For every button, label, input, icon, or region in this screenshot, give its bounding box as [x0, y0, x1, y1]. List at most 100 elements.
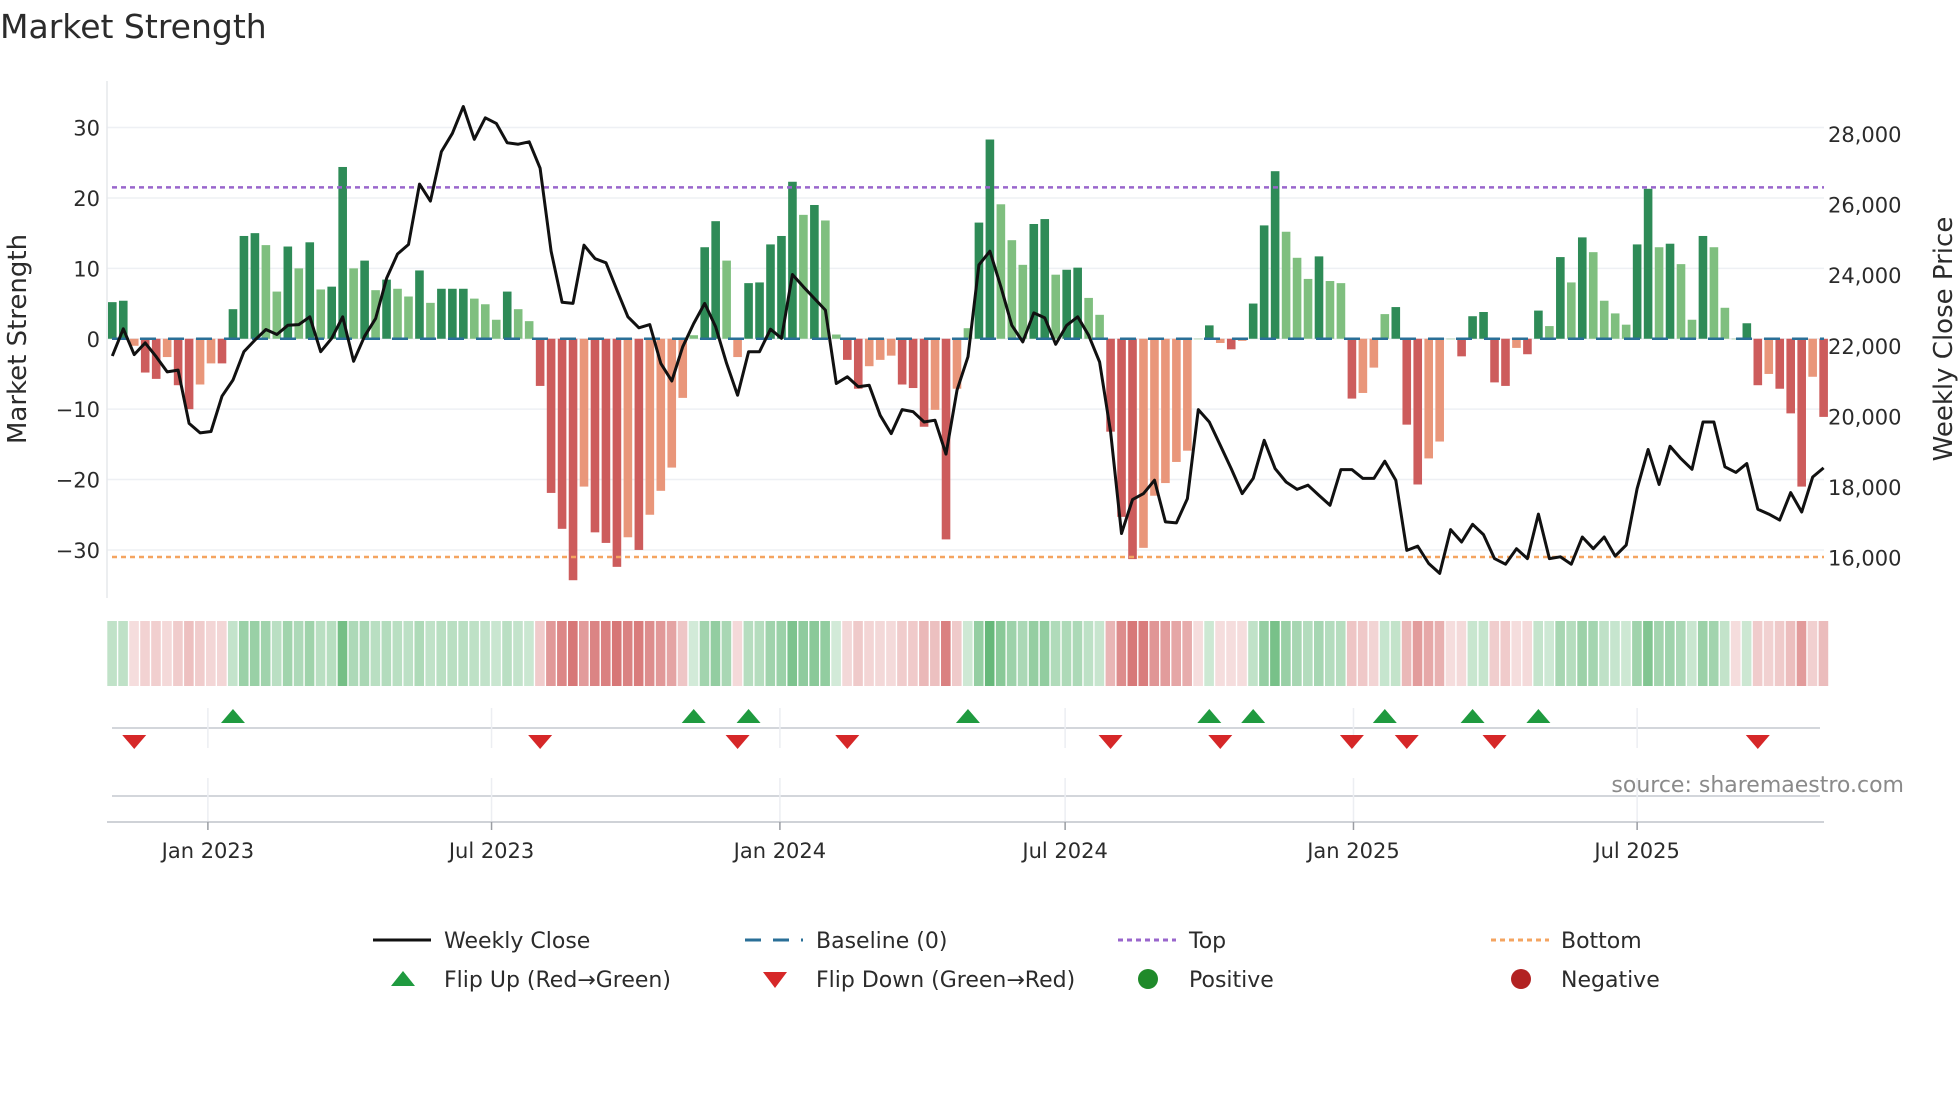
heat-cell [732, 621, 743, 686]
heat-cell [875, 621, 885, 686]
strength-bar [1764, 338, 1774, 374]
y-tick-label: 10 [73, 257, 100, 281]
strength-bar [415, 270, 424, 339]
heat-cell [951, 621, 962, 686]
heat-cell [546, 621, 556, 686]
x-tick-label: Jul 2023 [447, 839, 534, 863]
strength-bar [601, 338, 611, 543]
strength-bar [1117, 338, 1126, 517]
heat-cell [1006, 621, 1017, 686]
strength-bar [832, 334, 841, 339]
heat-cell [897, 621, 907, 686]
heat-cell [1752, 621, 1763, 686]
strength-bar [612, 338, 622, 567]
strength-bar [228, 309, 238, 339]
flip-up-marker [1241, 709, 1266, 723]
heat-cell [1303, 621, 1313, 686]
legend-item-flip-up[interactable]: Flip Up (Red→Green) [391, 968, 671, 993]
strength-bar [1281, 231, 1291, 339]
heat-cell [853, 621, 863, 686]
strength-bar [261, 245, 271, 339]
heat-cell [1621, 621, 1631, 686]
strength-bar [1292, 257, 1302, 339]
strength-bar [1128, 338, 1137, 560]
strength-bar [393, 288, 402, 339]
heat-cell [721, 621, 732, 686]
x-tick-label: Jan 2024 [732, 839, 827, 863]
heat-cell [1632, 621, 1642, 686]
y-tick-label: 30 [73, 117, 100, 141]
flip-down-marker [1098, 735, 1123, 749]
heat-cell [622, 621, 633, 686]
heat-cell [1774, 621, 1785, 686]
y2-tick-label: 26,000 [1828, 194, 1901, 218]
legend-item-positive[interactable]: Positive [1138, 968, 1274, 993]
flip-down-marker [1745, 735, 1770, 749]
heat-cell [1182, 621, 1192, 686]
strength-bar [1424, 338, 1433, 459]
strength-bar [1073, 267, 1082, 339]
strength-bar [930, 338, 940, 410]
strength-bar [491, 319, 501, 339]
legend-label: Negative [1561, 968, 1660, 993]
strength-bar [524, 321, 534, 339]
heat-cell [1259, 621, 1269, 686]
heat-cell [1050, 621, 1061, 686]
heat-cell [699, 621, 710, 686]
y2-tick-label: 24,000 [1828, 264, 1901, 288]
strength-bar [1720, 307, 1730, 339]
heat-cell [1577, 621, 1587, 686]
heat-cell [765, 621, 776, 686]
heat-cell [1368, 621, 1379, 686]
strength-bar [733, 338, 742, 358]
heat-cell [1818, 621, 1829, 686]
strength-bar [480, 304, 490, 339]
heat-cell [392, 621, 403, 686]
strength-bar [546, 338, 556, 493]
right-axis-ticks: 28,000 26,000 24,000 22,000 20,000 18,000 16,0… [1828, 123, 1901, 571]
strength-bar [908, 338, 918, 389]
strength-bar [1358, 338, 1368, 393]
circle-icon [1138, 969, 1158, 989]
y-tick-label: −30 [56, 539, 100, 563]
legend-item-weekly-close[interactable]: Weekly Close [373, 929, 590, 954]
heat-cell [831, 621, 841, 686]
strength-bar [1797, 338, 1806, 487]
legend-item-negative[interactable]: Negative [1511, 968, 1660, 993]
heat-cell [1193, 621, 1203, 686]
heat-cell [743, 621, 754, 686]
heat-cell [1028, 621, 1039, 686]
strength-bar [864, 338, 874, 367]
strength-bar [1051, 274, 1061, 339]
flip-up-marker [220, 709, 245, 723]
strength-bar [217, 338, 227, 364]
strength-bar [579, 338, 589, 487]
heat-cell [908, 621, 918, 686]
heat-cell [1346, 621, 1357, 686]
strength-bar [294, 268, 304, 339]
heat-cell [1105, 621, 1116, 686]
strength-bar [426, 302, 435, 339]
heat-cell [1215, 621, 1225, 686]
heat-cell [1281, 621, 1291, 686]
legend-item-bottom[interactable]: Bottom [1491, 929, 1642, 954]
strength-bar [1742, 323, 1752, 339]
strength-bar [1369, 338, 1379, 368]
heat-cell [1324, 621, 1335, 686]
legend-item-flip-down[interactable]: Flip Down (Green→Red) [763, 968, 1075, 993]
strength-bar [886, 338, 896, 356]
heat-cell [1226, 621, 1236, 686]
strength-bar [1095, 314, 1104, 339]
strength-bar [1194, 338, 1203, 340]
legend-item-top[interactable]: Top [1118, 929, 1226, 954]
heat-cell [1270, 621, 1280, 686]
legend-item-baseline[interactable]: Baseline (0) [745, 929, 947, 954]
strength-bar [1391, 307, 1401, 339]
heat-cell [151, 621, 161, 686]
flip-up-marker [1372, 709, 1397, 723]
heat-cell [1171, 621, 1181, 686]
strength-bar [1687, 319, 1697, 339]
heat-cell [688, 621, 699, 686]
heat-cell [436, 621, 446, 686]
heat-cell [524, 621, 534, 686]
